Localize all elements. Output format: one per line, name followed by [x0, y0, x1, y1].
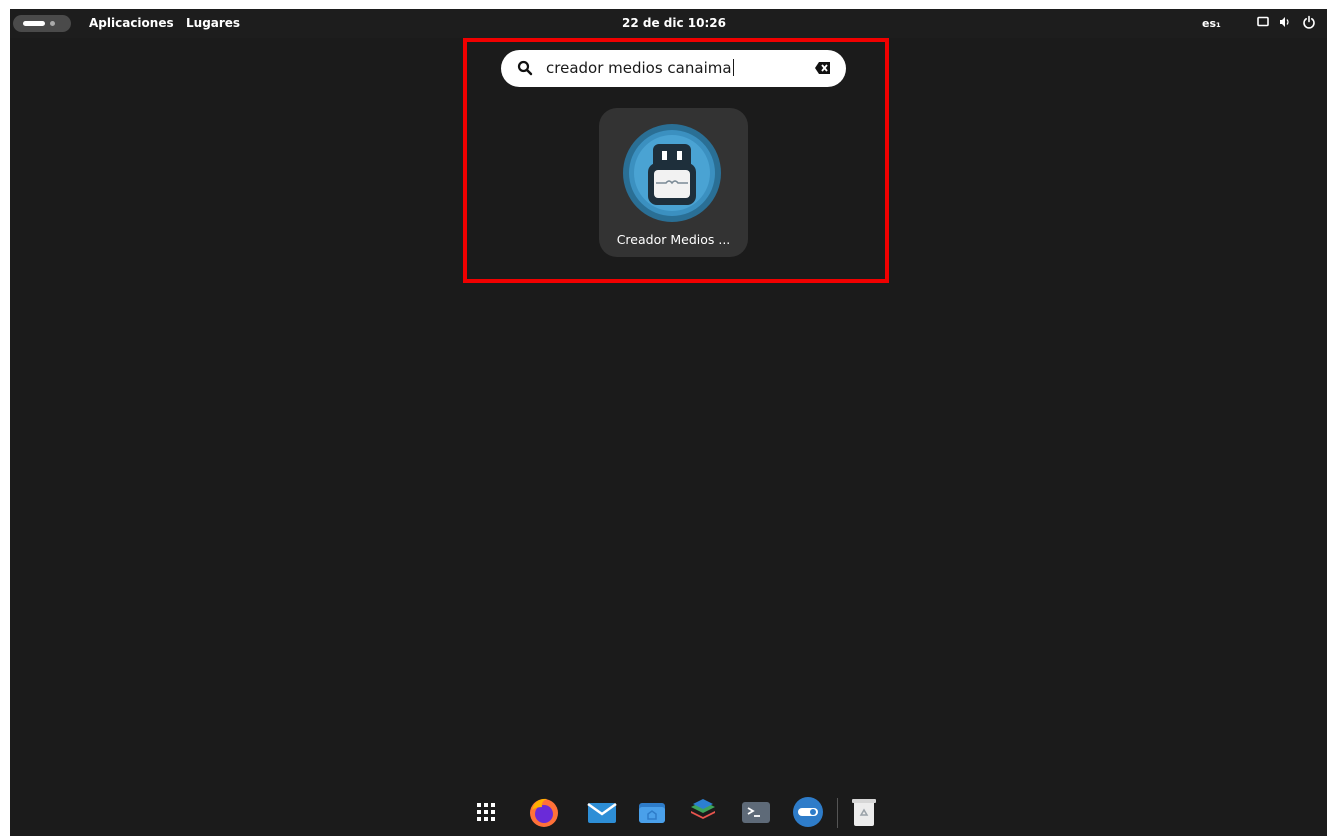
clock[interactable]: 22 de dic 10:26 [622, 16, 726, 30]
app-result-label: Creador Medios ... [616, 232, 731, 247]
files-icon[interactable] [635, 795, 669, 829]
top-bar: Aplicaciones Lugares 22 de dic 10:26 es₁ [10, 9, 1327, 38]
search-input[interactable]: creador medios canaima [546, 59, 734, 77]
toggle-icon[interactable] [791, 795, 825, 829]
usb-drive-icon [622, 123, 722, 223]
mail-icon[interactable] [585, 795, 619, 829]
dash [10, 789, 1327, 836]
activities-pill [23, 21, 45, 26]
dash-separator [837, 798, 838, 828]
app-result-creador-medios[interactable]: Creador Medios ... [599, 108, 748, 257]
keyboard-layout-indicator[interactable]: es₁ [1202, 17, 1221, 30]
terminal-icon[interactable] [739, 795, 773, 829]
volume-icon[interactable] [1278, 15, 1292, 29]
desktop-screen: Aplicaciones Lugares 22 de dic 10:26 es₁… [10, 9, 1327, 836]
display-icon[interactable] [1256, 15, 1270, 29]
search-field[interactable]: creador medios canaima [501, 50, 846, 87]
places-menu[interactable]: Lugares [186, 16, 240, 30]
clear-text-icon[interactable] [814, 60, 832, 76]
layers-icon[interactable] [686, 795, 720, 829]
search-input-text: creador medios canaima [546, 59, 732, 77]
app-grid-icon[interactable] [469, 795, 503, 829]
trash-icon[interactable] [847, 795, 881, 829]
activities-dot [50, 21, 55, 26]
search-icon [517, 60, 533, 76]
power-icon[interactable] [1302, 15, 1316, 29]
applications-menu[interactable]: Aplicaciones [89, 16, 174, 30]
text-caret [732, 59, 734, 76]
activities-button[interactable] [13, 15, 71, 32]
firefox-icon[interactable] [527, 795, 561, 829]
